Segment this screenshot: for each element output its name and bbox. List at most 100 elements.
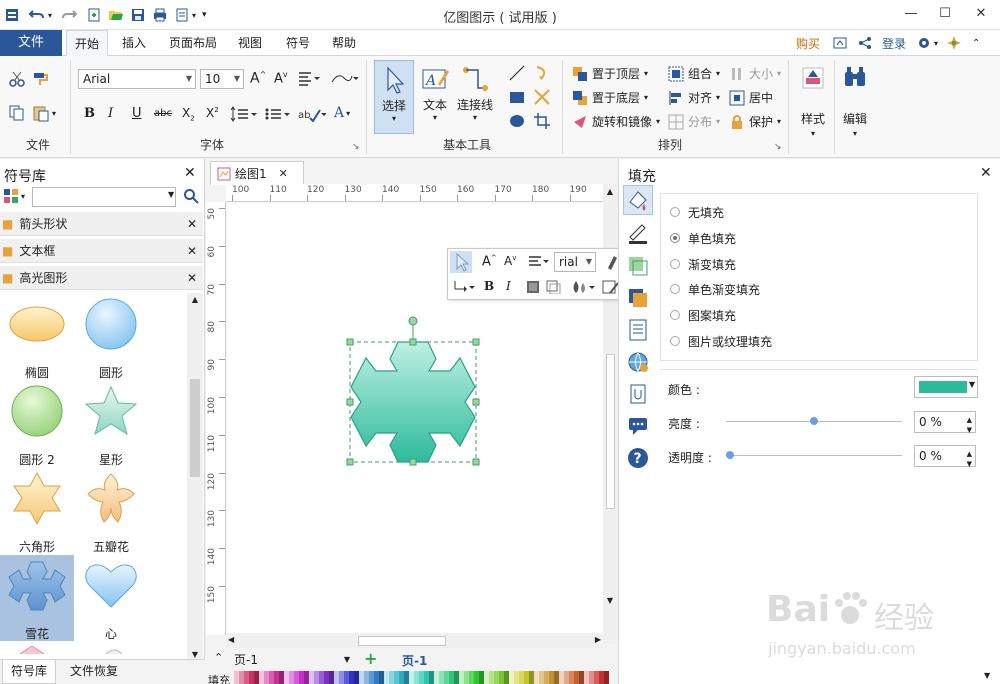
float-font-select[interactable]: rial ▼	[554, 252, 596, 272]
share-screen-icon[interactable]	[832, 35, 848, 51]
tab-symbol-library[interactable]: 符号库	[2, 660, 56, 684]
fill-option-solid[interactable]: 单色填充	[670, 228, 736, 248]
line-tool-icon[interactable]	[508, 64, 526, 82]
color-picker[interactable]: ▼	[914, 376, 978, 398]
paste-dropdown-icon[interactable]: ▾	[52, 109, 56, 118]
underline-icon[interactable]: U	[132, 106, 142, 121]
comment-icon[interactable]	[627, 415, 649, 437]
settings-dropdown-icon[interactable]: ▾	[934, 39, 938, 48]
panel-scroll-down-icon[interactable]: ▼	[984, 671, 990, 680]
library-scrollbar[interactable]: ▲ ▼	[187, 293, 203, 661]
shape-ellipse[interactable]: 椭圆	[0, 294, 74, 380]
fill-option-texture[interactable]: 图片或纹理填充	[670, 331, 772, 351]
radio-button[interactable]	[670, 207, 680, 217]
group-button[interactable]: 组合 ▾	[668, 65, 720, 82]
font-name-select[interactable]: Arial ▼	[78, 69, 196, 89]
spin-down-icon[interactable]: ▼	[967, 454, 972, 474]
float-bold-icon[interactable]: B	[484, 279, 494, 293]
library-picker-button[interactable]: ▾	[3, 188, 25, 204]
float-connector-icon[interactable]	[452, 279, 476, 295]
fill-properties-icon[interactable]	[623, 185, 653, 215]
cut-icon[interactable]	[8, 70, 26, 88]
tab-symbol[interactable]: 符号	[278, 30, 318, 56]
maximize-button[interactable]: ☐	[930, 4, 960, 24]
format-painter-icon[interactable]	[32, 70, 50, 88]
image-properties-icon[interactable]	[627, 287, 649, 309]
rectangle-tool-icon[interactable]	[508, 88, 526, 106]
subscript-icon[interactable]: X2	[182, 106, 195, 122]
connector-tool-button[interactable]: 连接线 ▾	[455, 60, 495, 134]
bullet-list-icon[interactable]	[264, 106, 292, 122]
send-to-back-button[interactable]: 置于底层 ▾	[572, 89, 648, 106]
rotation-handle[interactable]	[408, 316, 418, 326]
tab-page-layout[interactable]: 页面布局	[162, 30, 224, 56]
fill-option-none[interactable]: 无填充	[670, 202, 724, 222]
transparency-slider-track[interactable]	[726, 455, 902, 456]
scroll-up-icon[interactable]: ▲	[187, 295, 203, 304]
tab-insert[interactable]: 插入	[114, 30, 154, 56]
radio-button[interactable]	[670, 336, 680, 346]
float-fill-icon[interactable]	[526, 280, 540, 294]
add-page-icon[interactable]: +	[364, 649, 377, 668]
shape-circle-2[interactable]: 圆形 2	[0, 381, 74, 467]
close-icon[interactable]: ✕	[279, 167, 288, 180]
distribute-button[interactable]: 分布 ▾	[668, 113, 720, 130]
snowflake-shape[interactable]	[341, 313, 481, 473]
page-select[interactable]: 页-1 ▼	[234, 651, 352, 669]
radio-button[interactable]	[670, 310, 680, 320]
crop-tool-icon[interactable]	[533, 112, 551, 130]
scroll-left-icon[interactable]: ◀	[228, 635, 234, 644]
close-icon[interactable]: ✕	[187, 271, 197, 285]
scroll-up-icon[interactable]: ▲	[603, 187, 617, 196]
shape-hexagram[interactable]: 六角形	[0, 468, 74, 554]
canvas-horizontal-scrollbar[interactable]: ◀ ▶	[226, 634, 603, 648]
library-category-textbox[interactable]: ■ 文本框 ✕	[0, 239, 203, 263]
library-category-highlight-shapes[interactable]: ■ 高光图形 ✕	[0, 266, 203, 290]
search-icon[interactable]	[183, 188, 199, 204]
library-close-icon[interactable]: ✕	[184, 165, 196, 181]
radio-button[interactable]	[670, 259, 680, 269]
settings-gear-icon[interactable]	[916, 35, 932, 51]
edit-button[interactable]: 编辑 ▾	[838, 62, 872, 148]
tab-view[interactable]: 视图	[230, 30, 270, 56]
shadow-properties-icon[interactable]	[627, 255, 649, 277]
line-properties-icon[interactable]	[627, 223, 649, 245]
fill-option-single-gradient[interactable]: 单色渐变填充	[670, 279, 760, 299]
buy-link[interactable]: 购买	[796, 35, 820, 52]
transparency-slider-thumb[interactable]	[726, 451, 734, 459]
text-highlight-icon[interactable]: ab	[298, 106, 326, 122]
login-link[interactable]: 登录	[882, 35, 906, 52]
palette-swatch[interactable]	[604, 671, 609, 684]
font-size-select[interactable]: 10 ▼	[200, 69, 244, 89]
float-italic-icon[interactable]: I	[506, 279, 511, 293]
grow-font-icon[interactable]: A^	[250, 70, 266, 87]
copy-icon[interactable]	[8, 104, 26, 122]
close-icon[interactable]: ✕	[187, 217, 197, 231]
tab-help[interactable]: 帮助	[324, 30, 364, 56]
shrink-font-icon[interactable]: Av	[274, 70, 288, 86]
font-color-button[interactable]: A ▾	[334, 105, 350, 121]
ribbon-collapse-icon[interactable]: ⌃	[972, 38, 980, 49]
float-align-icon[interactable]	[528, 255, 550, 269]
paragraph-spacing-icon[interactable]	[230, 106, 258, 122]
fill-option-gradient[interactable]: 渐变填充	[670, 254, 736, 274]
align-button[interactable]: 对齐 ▾	[668, 89, 720, 106]
bold-icon[interactable]: B	[84, 106, 95, 121]
shape-circle[interactable]: 圆形	[74, 294, 148, 380]
spin-down-icon[interactable]: ▼	[967, 420, 972, 440]
close-icon[interactable]: ✕	[187, 244, 197, 258]
line-spacing-curve-icon[interactable]	[330, 70, 358, 86]
tab-home[interactable]: 开始	[66, 30, 108, 57]
select-tool-button[interactable]: 选择 ▾	[374, 60, 414, 134]
brightness-spinbox[interactable]: 0 % ▲ ▼	[914, 411, 976, 434]
library-scroll-thumb[interactable]	[190, 379, 200, 477]
shape-five-petal-flower[interactable]: 五瓣花	[74, 468, 148, 554]
text-tool-button[interactable]: A 文本 ▾	[416, 60, 454, 134]
theme-icon[interactable]	[946, 35, 962, 51]
float-select-icon[interactable]	[450, 251, 472, 273]
protect-button[interactable]: 保护 ▾	[729, 113, 781, 130]
page-nav-up-icon[interactable]: ⌃	[214, 651, 223, 664]
ellipse-tool-icon[interactable]	[508, 112, 526, 130]
float-grow-font-icon[interactable]: A^	[482, 254, 497, 269]
transparency-spinbox[interactable]: 0 % ▲ ▼	[914, 445, 976, 468]
